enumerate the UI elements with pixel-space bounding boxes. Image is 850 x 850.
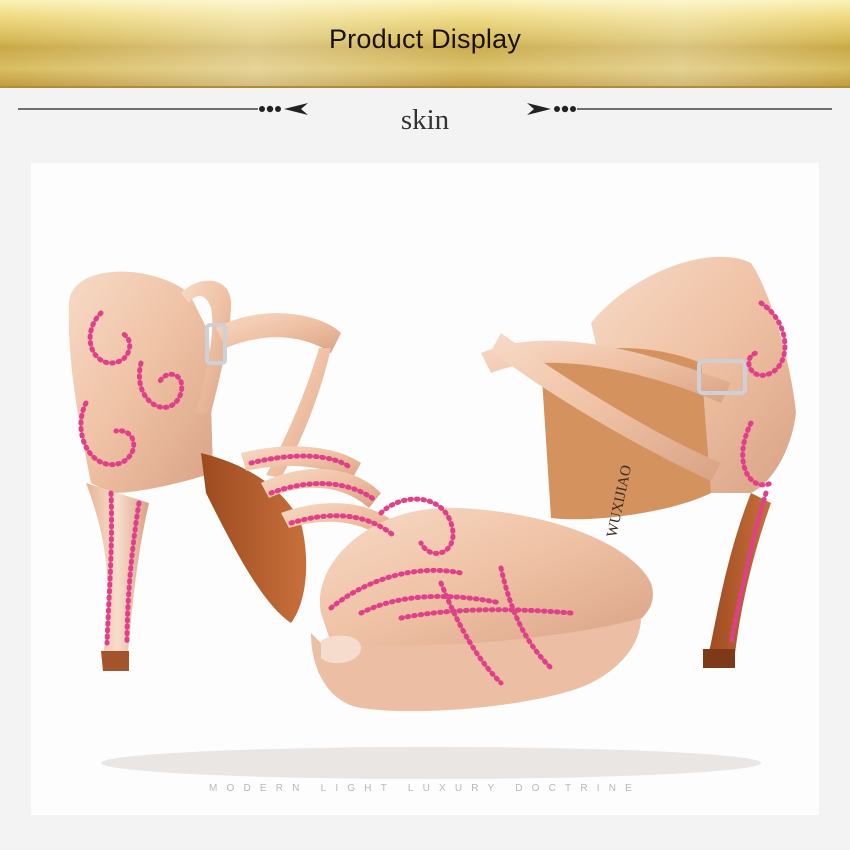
banner-title: Product Display (328, 24, 522, 54)
product-photo: WUXIJIAO (31, 163, 819, 815)
tagline: MODERN LIGHT LUXURY DOCTRINE (208, 783, 642, 794)
dance-sandal-pair-image: WUXIJIAO (68, 256, 796, 779)
product-display-banner: Product Display (0, 0, 850, 88)
color-name: skin (400, 104, 450, 136)
right-shoe-vamp (319, 507, 653, 648)
